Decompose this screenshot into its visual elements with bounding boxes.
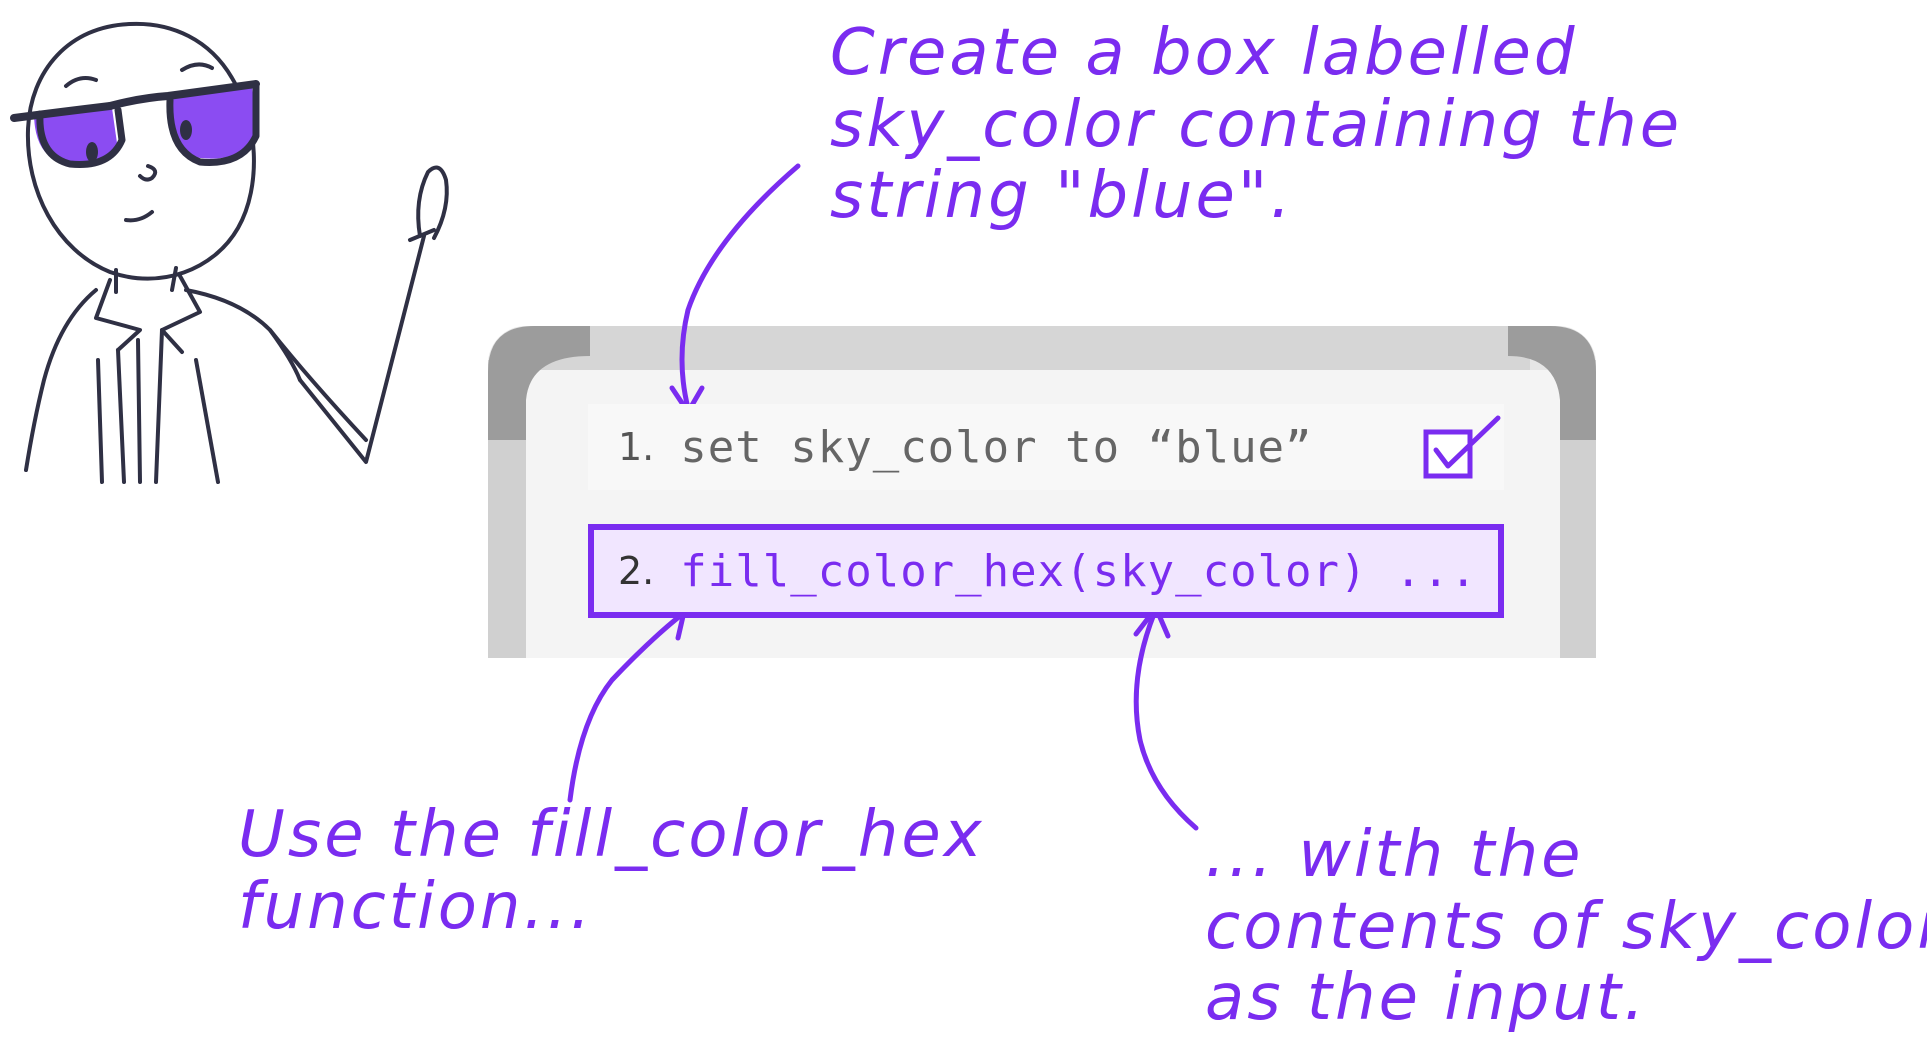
mouth <box>124 210 154 223</box>
annotation-input-contents: ... with the contents of sky_color as th… <box>1205 818 1927 1036</box>
code-statement-1: set sky_color to “blue” <box>680 421 1313 473</box>
annotation-use-function: Use the fill_color_hex function... <box>238 798 1018 944</box>
annotation-right-line-1: ... with the <box>1205 818 1584 892</box>
coat-center <box>136 338 142 484</box>
coat-lapel-right <box>154 328 164 484</box>
line-number-1: 1. <box>618 425 655 469</box>
code-line-2-highlighted: 2. fill_color_hex(sky_color) ... <box>588 524 1504 618</box>
coat-shoulder-right <box>184 288 302 382</box>
annotation-create-box: Create a box labelled sky_color containi… <box>830 16 1830 234</box>
eyebrow-left <box>64 76 98 88</box>
raised-finger <box>416 165 449 240</box>
annotation-top-line-3: string "blue". <box>830 159 1294 234</box>
nose <box>138 164 158 182</box>
coat-side-right <box>194 358 220 484</box>
arm-inner <box>268 328 368 442</box>
collar-right <box>160 274 202 354</box>
code-statement-2: fill_color_hex(sky_color) ... <box>680 545 1478 597</box>
neck-right <box>170 266 178 292</box>
annotation-right-line-2: contents of sky_color <box>1205 889 1927 964</box>
diagram-canvas: 1. set sky_color to “blue” 2. fill_color… <box>0 0 1927 1049</box>
annotation-top-line-1: Create a box labelled <box>830 16 1578 90</box>
line-number-2: 2. <box>618 549 655 593</box>
eye-right <box>180 120 192 140</box>
coat-side-left <box>96 358 104 484</box>
checkbox-checked-icon <box>1423 415 1501 479</box>
annotation-left-line-1: Use the fill_color_hex <box>238 798 985 872</box>
annotation-top-line-2: sky_color containing the <box>830 87 1683 162</box>
coat-left-outline <box>24 288 98 472</box>
arm-outline <box>298 234 426 464</box>
annotation-right-line-3: as the input. <box>1205 961 1648 1036</box>
coat-lapel-left <box>116 348 126 484</box>
scientist-character <box>10 21 449 484</box>
annotation-left-line-2: function... <box>238 869 594 944</box>
eyebrow-right <box>180 62 214 72</box>
code-line-1: 1. set sky_color to “blue” <box>588 404 1504 490</box>
eye-left <box>86 142 98 162</box>
